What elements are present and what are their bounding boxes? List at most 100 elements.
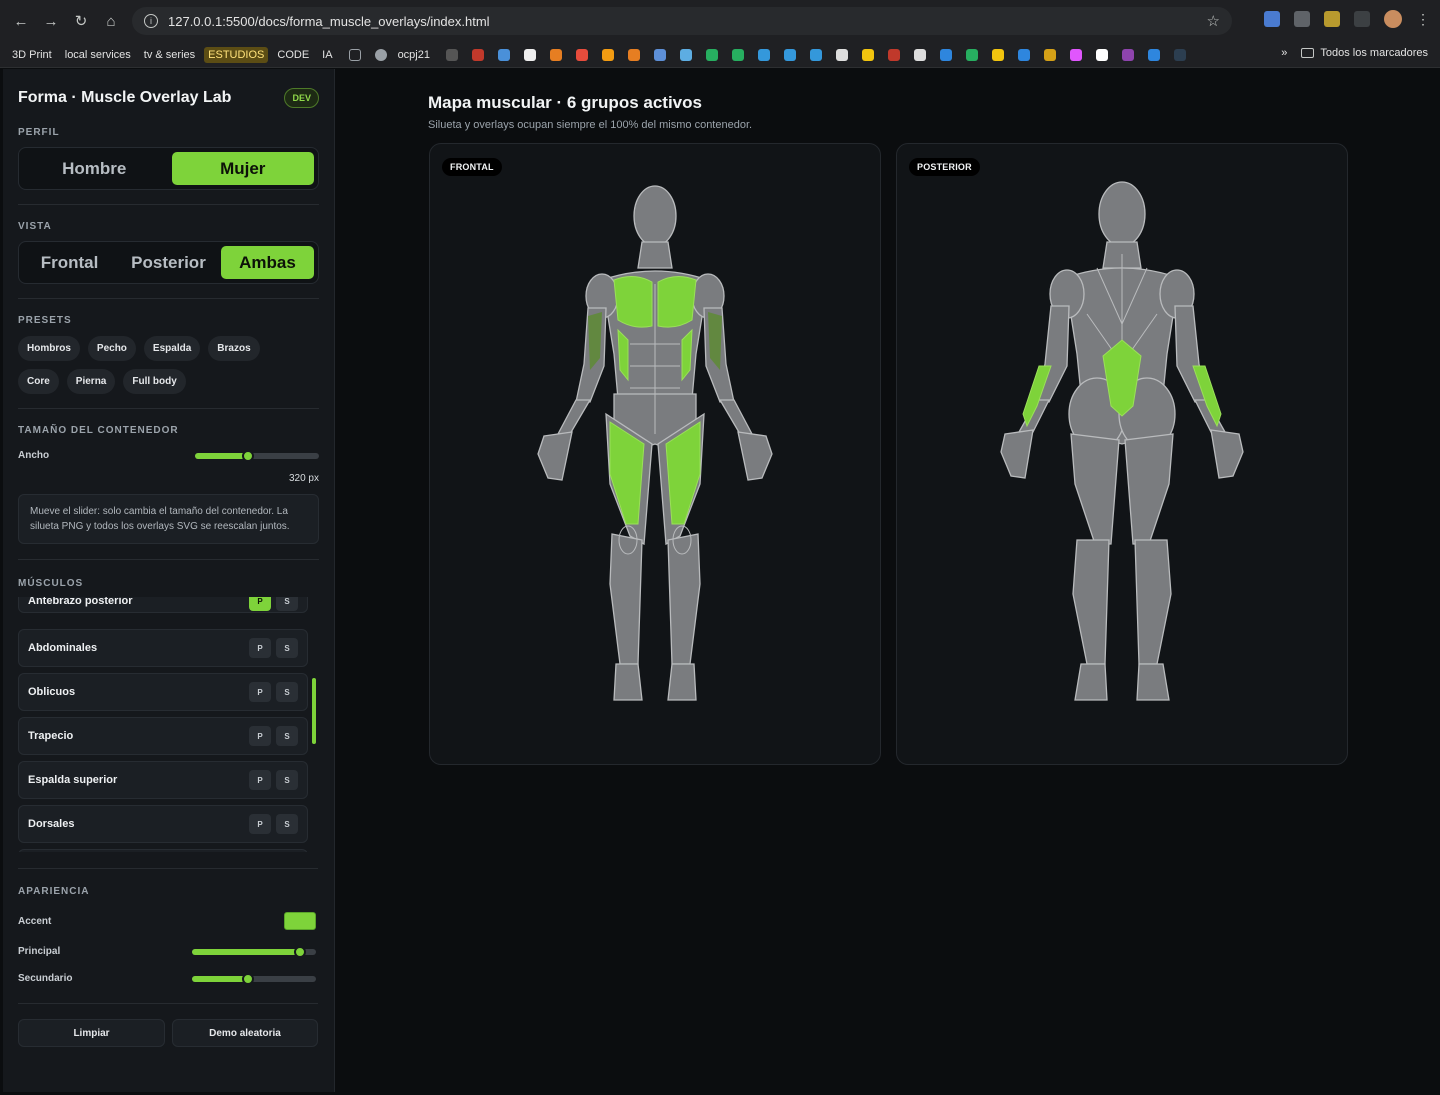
vista-toggle: Frontal Posterior Ambas [18,241,319,284]
back-view-panel: POSTERIOR [896,143,1348,765]
bookmark-favicon[interactable] [1147,48,1160,61]
secondary-toggle[interactable]: S [276,638,298,658]
bookmark-favicon[interactable] [445,48,458,61]
primary-toggle[interactable]: P [249,638,271,658]
all-bookmarks-label[interactable]: Todos los marcadores [1320,47,1428,59]
muscle-name: Abdominales [28,642,98,654]
vista-ambas-button[interactable]: Ambas [221,246,314,279]
left-hand-shape [537,431,573,481]
bookmark-favicon[interactable] [705,48,718,61]
back-body-figure [1000,181,1244,701]
demo-aleatoria-button[interactable]: Demo aleatoria [172,1019,318,1047]
secondary-toggle[interactable]: S [276,814,298,834]
secondary-toggle[interactable]: S [276,682,298,702]
preset-brazos[interactable]: Brazos [208,336,260,361]
preset-hombros[interactable]: Hombros [18,336,80,361]
puzzle-icon[interactable] [1354,11,1370,27]
bookmark-item[interactable]: IA [318,47,336,63]
profile-avatar[interactable] [1384,10,1402,28]
left-forearm-shape [556,399,592,435]
bookmark-item[interactable]: local services [61,47,135,63]
principal-slider[interactable] [192,945,316,958]
ancho-slider[interactable] [195,449,319,462]
preset-full-body[interactable]: Full body [123,369,186,394]
back-icon[interactable]: ← [6,6,36,36]
perfil-hombre-button[interactable]: Hombre [23,152,166,185]
extension-icon[interactable] [1294,11,1310,27]
primary-toggle[interactable]: P [249,597,271,611]
bookmark-favicon[interactable] [809,48,822,61]
bookmark-favicon[interactable] [575,48,588,61]
bookmark-favicon[interactable] [965,48,978,61]
bookmark-item[interactable]: ESTUDIOS [204,46,269,63]
preset-pierna[interactable]: Pierna [66,369,116,394]
front-body-figure [537,185,773,701]
bookmark-favicon[interactable] [1173,48,1186,61]
bookmark-favicon[interactable] [731,48,744,61]
secondary-toggle[interactable]: S [276,726,298,746]
slider-knob[interactable] [241,972,254,985]
bookmark-favicon[interactable] [783,48,796,61]
bookmark-favicon[interactable] [1069,48,1082,61]
bookmark-item[interactable]: tv & series [140,47,199,63]
preset-espalda[interactable]: Espalda [143,336,201,361]
globe-icon[interactable] [374,48,387,61]
browser-toolbar: ← → ↻ ⌂ i 127.0.0.1:5500/docs/forma_musc… [0,0,1440,42]
bookmark-favicon[interactable] [497,48,510,61]
primary-toggle[interactable]: P [249,682,271,702]
bookmark-favicon[interactable] [1095,48,1108,61]
bookmark-favicon[interactable] [523,48,536,61]
forward-icon[interactable]: → [36,6,66,36]
muscle-list-scrollbar[interactable] [312,678,316,744]
bookmark-favicon[interactable] [887,48,900,61]
limpiar-button[interactable]: Limpiar [18,1019,165,1047]
accent-color-picker[interactable] [284,912,316,930]
extension-icon[interactable] [1264,11,1280,27]
vista-posterior-button[interactable]: Posterior [122,246,215,279]
bookmarks-overflow-icon[interactable]: » [1281,47,1287,59]
address-bar[interactable]: i 127.0.0.1:5500/docs/forma_muscle_overl… [132,7,1232,35]
bookmark-favicon[interactable] [1017,48,1030,61]
bookmark-star-icon[interactable]: ☆ [1207,12,1220,30]
secundario-slider[interactable] [192,972,316,985]
primary-toggle[interactable]: P [249,726,271,746]
bookmark-item[interactable]: CODE [273,47,313,63]
folder-icon[interactable] [1301,48,1315,58]
bookmark-favicon[interactable] [861,48,874,61]
bookmark-item[interactable]: 3D Print [8,47,56,63]
vista-frontal-button[interactable]: Frontal [23,246,116,279]
bookmark-favicon[interactable] [601,48,614,61]
perfil-mujer-button[interactable]: Mujer [171,152,314,185]
muscle-list[interactable]: Antebrazo posterior P S Abdominales P S … [18,597,308,852]
bookmark-favicon[interactable] [549,48,562,61]
bookmark-favicon[interactable] [627,48,640,61]
left-hamstring-shape [1070,433,1120,545]
bookmark-favicon[interactable] [913,48,926,61]
bookmark-favicon[interactable] [835,48,848,61]
reload-icon[interactable]: ↻ [66,6,96,36]
bookmark-item[interactable]: ocpj21 [394,47,434,63]
divider [18,868,318,869]
slider-knob[interactable] [293,945,306,958]
primary-toggle[interactable]: P [249,770,271,790]
slider-knob[interactable] [242,449,255,462]
bookmark-favicon[interactable] [653,48,666,61]
home-icon[interactable]: ⌂ [96,6,126,36]
preset-core[interactable]: Core [18,369,59,394]
secondary-toggle[interactable]: S [276,597,298,611]
bookmark-favicon[interactable] [757,48,770,61]
bookmark-favicon[interactable] [939,48,952,61]
bookmark-favicon[interactable] [471,48,484,61]
bookmark-favicon[interactable] [1121,48,1134,61]
bookmark-favicon[interactable] [1043,48,1056,61]
primary-toggle[interactable]: P [249,814,271,834]
bookmark-favicon[interactable] [991,48,1004,61]
site-info-icon[interactable]: i [144,14,158,28]
preset-pecho[interactable]: Pecho [87,336,136,361]
apps-grid-icon[interactable] [348,48,361,61]
menu-icon[interactable]: ⋮ [1416,11,1430,28]
extension-icon[interactable] [1324,11,1340,27]
bookmark-favicon[interactable] [679,48,692,61]
left-heel-shape [1074,663,1108,701]
secondary-toggle[interactable]: S [276,770,298,790]
